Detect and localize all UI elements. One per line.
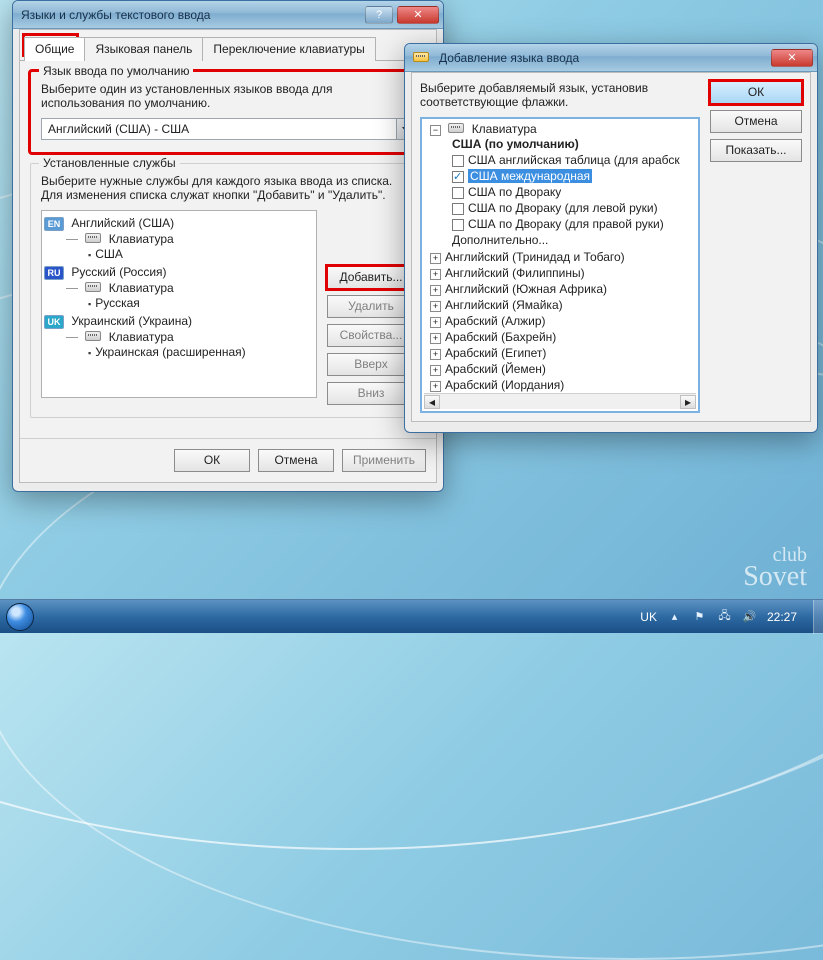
flag-icon-en: EN — [44, 217, 64, 231]
window-title: Добавление языка ввода — [439, 51, 767, 65]
lang-russian[interactable]: Русский (Россия) — [71, 265, 166, 279]
flag-icon-uk: UK — [44, 315, 64, 329]
checkbox[interactable] — [452, 219, 464, 231]
clock[interactable]: 22:27 — [767, 610, 797, 624]
language-tree[interactable]: − Клавиатура США (по умолчанию) США англ… — [420, 117, 700, 413]
dialog-buttons: ОК Отмена Применить — [20, 438, 436, 482]
start-button[interactable] — [0, 600, 40, 634]
lang-english[interactable]: Английский (США) — [71, 216, 174, 230]
expand-icon[interactable]: + — [430, 365, 441, 376]
tab-strip: Общие Языковая панель Переключение клави… — [20, 30, 436, 61]
close-button[interactable]: ✕ — [397, 6, 439, 24]
keyboard-icon — [85, 331, 101, 341]
windows-logo-icon — [6, 603, 34, 631]
expand-icon[interactable]: + — [430, 285, 441, 296]
cancel-button[interactable]: Отмена — [258, 449, 334, 472]
group-legend: Установленные службы — [39, 156, 180, 170]
client-area: Общие Языковая панель Переключение клави… — [19, 29, 437, 483]
checkbox[interactable] — [452, 155, 464, 167]
tabpage-general: Язык ввода по умолчанию Выберите один из… — [20, 61, 436, 438]
tab-key-switch[interactable]: Переключение клавиатуры — [202, 37, 375, 61]
keyboard-icon — [85, 282, 101, 292]
scroll-left-icon[interactable]: ◂ — [424, 395, 440, 409]
selected-option[interactable]: США международная — [468, 169, 592, 183]
cancel-button[interactable]: Отмена — [710, 110, 802, 133]
volume-icon[interactable]: 🔊 — [742, 609, 757, 624]
expand-icon[interactable]: + — [430, 317, 441, 328]
checkbox[interactable] — [452, 187, 464, 199]
ok-button[interactable]: ОК — [174, 449, 250, 472]
move-up-button[interactable]: Вверх — [327, 353, 415, 376]
remove-button[interactable]: Удалить — [327, 295, 415, 318]
expand-icon[interactable]: + — [430, 381, 441, 392]
tab-general[interactable]: Общие — [24, 37, 85, 61]
default-input-language-group: Язык ввода по умолчанию Выберите один из… — [30, 71, 426, 153]
titlebar-win1[interactable]: Языки и службы текстового ввода ? ✕ — [13, 1, 443, 29]
service-buttons: Добавить... Удалить Свойства... Вверх Вн… — [327, 210, 415, 405]
action-center-icon[interactable]: ⚑ — [692, 609, 707, 624]
group-legend: Язык ввода по умолчанию — [39, 64, 193, 78]
tab-language-bar[interactable]: Языковая панель — [84, 37, 203, 61]
system-tray: UK ▴ ⚑ 🖧 🔊 22:27 — [630, 609, 807, 624]
close-button[interactable]: ✕ — [771, 49, 813, 67]
expand-icon[interactable]: + — [430, 349, 441, 360]
lang-ukrainian[interactable]: Украинский (Украина) — [71, 314, 192, 328]
services-desc: Выберите нужные службы для каждого языка… — [41, 174, 415, 202]
taskbar[interactable]: UK ▴ ⚑ 🖧 🔊 22:27 — [0, 599, 823, 633]
more-link[interactable]: Дополнительно... — [452, 233, 548, 247]
expand-icon[interactable]: + — [430, 333, 441, 344]
move-down-button[interactable]: Вниз — [327, 382, 415, 405]
help-button[interactable]: ? — [365, 6, 393, 24]
scroll-right-icon[interactable]: ▸ — [680, 395, 696, 409]
expand-icon[interactable]: + — [430, 253, 441, 264]
add-lang-desc: Выберите добавляемый язык, установив соо… — [420, 81, 700, 109]
apply-button[interactable]: Применить — [342, 449, 426, 472]
text-services-window: Языки и службы текстового ввода ? ✕ Общи… — [12, 0, 444, 492]
client-area: Выберите добавляемый язык, установив соо… — [411, 72, 811, 422]
preview-button[interactable]: Показать... — [710, 139, 802, 162]
add-input-language-window: Добавление языка ввода ✕ Выберите добавл… — [404, 43, 818, 433]
keyboard-icon — [448, 123, 464, 133]
expand-icon[interactable]: + — [430, 269, 441, 280]
expand-icon[interactable]: + — [430, 301, 441, 312]
default-layout-label[interactable]: США (по умолчанию) — [452, 137, 579, 151]
keyboard-icon — [85, 233, 101, 243]
collapse-icon[interactable]: − — [430, 125, 441, 136]
tray-chevron-icon[interactable]: ▴ — [667, 609, 682, 624]
properties-button[interactable]: Свойства... — [327, 324, 415, 347]
keyboard-icon — [413, 51, 433, 65]
installed-services-group: Установленные службы Выберите нужные слу… — [30, 163, 426, 418]
input-language-indicator[interactable]: UK — [640, 610, 657, 624]
horizontal-scrollbar[interactable]: ◂ ▸ — [424, 393, 696, 409]
add-button[interactable]: Добавить... — [327, 266, 415, 289]
default-language-combo[interactable]: Английский (США) - США — [41, 118, 415, 140]
checkbox[interactable] — [452, 203, 464, 215]
default-lang-desc: Выберите один из установленных языков вв… — [41, 82, 415, 110]
window-title: Языки и службы текстового ввода — [21, 8, 361, 22]
installed-services-tree[interactable]: EN Английский (США) Клавиатура США — [41, 210, 317, 398]
dialog-side-buttons: ОК Отмена Показать... — [710, 81, 802, 413]
checkbox[interactable] — [452, 171, 464, 183]
network-icon[interactable]: 🖧 — [717, 609, 732, 624]
combo-value: Английский (США) - США — [42, 122, 396, 136]
show-desktop-button[interactable] — [813, 600, 823, 634]
ok-button[interactable]: ОК — [710, 81, 802, 104]
flag-icon-ru: RU — [44, 266, 64, 280]
titlebar-win2[interactable]: Добавление языка ввода ✕ — [405, 44, 817, 72]
watermark: club Sovet — [743, 546, 807, 589]
